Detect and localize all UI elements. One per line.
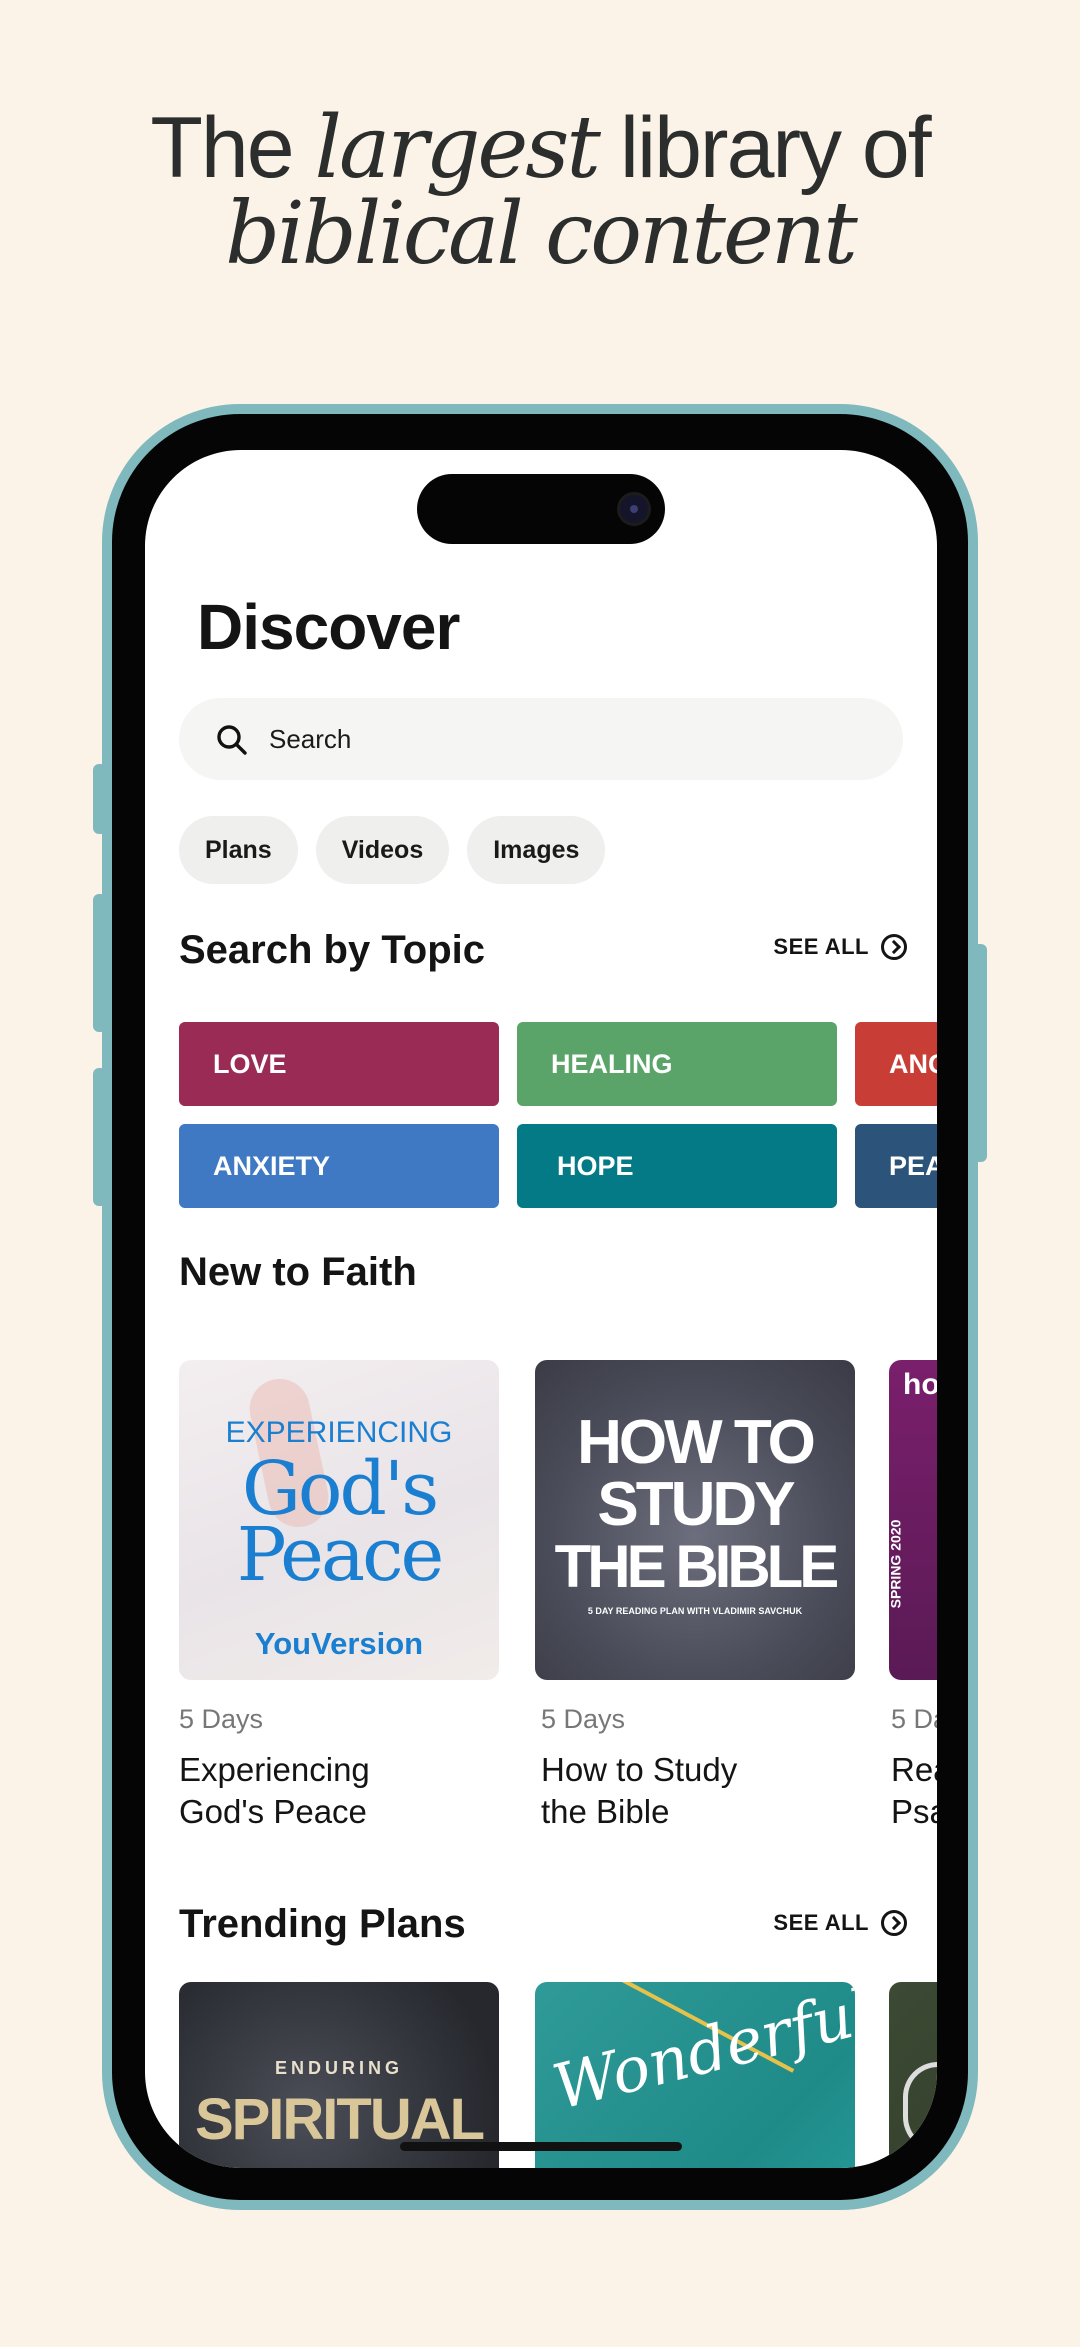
trending-plan-card[interactable]: ENDURING SPIRITUAL xyxy=(179,1982,499,2168)
see-all-topics-button[interactable]: SEE ALL xyxy=(773,934,907,960)
home-indicator xyxy=(400,2142,682,2151)
plan-thumbnail: ENDURING SPIRITUAL xyxy=(179,1982,499,2168)
see-all-label: SEE ALL xyxy=(773,1910,869,1935)
thumb-letter xyxy=(903,2062,937,2152)
thumb-side: SPRING 2020 xyxy=(889,1519,904,1609)
thumb-big-2: Peace xyxy=(236,1512,445,1598)
plan-duration: 5 Days xyxy=(179,1704,264,1734)
plan-title: How to Study the Bible xyxy=(541,1751,738,1830)
plan-card[interactable]: EXPERIENCING God's Peace YouVersion 5 Da… xyxy=(179,1360,499,1833)
search-input[interactable]: Search xyxy=(179,698,903,780)
thumb-kicker: ENDURING xyxy=(274,2058,403,2078)
plan-thumbnail: ho SPRING 2020 xyxy=(889,1360,937,1680)
chevron-right-circle-icon xyxy=(881,934,907,960)
topic-peace[interactable]: PEACE xyxy=(855,1124,937,1208)
dynamic-island xyxy=(417,474,665,544)
search-placeholder: Search xyxy=(269,724,352,754)
plan-card[interactable]: ho SPRING 2020 5 Days Reading Psalms xyxy=(889,1360,937,1833)
plan-title: Reading Psalms xyxy=(891,1751,937,1830)
chip-plans[interactable]: Plans xyxy=(179,816,298,884)
plan-duration: 5 Days xyxy=(541,1704,626,1734)
plan-thumbnail: HOW TO STUDY THE BIBLE 5 DAY READING PLA… xyxy=(535,1360,855,1680)
headline-the: The xyxy=(150,100,294,196)
marketing-headline: The largest library of biblical content xyxy=(0,105,1080,277)
trending-plan-card[interactable] xyxy=(889,1982,937,2168)
camera-icon xyxy=(617,492,651,526)
phone-screen: Discover Search Plans Videos Images Sear… xyxy=(145,450,937,2168)
headline-biblical-content: biblical content xyxy=(225,184,858,284)
topic-love[interactable]: LOVE xyxy=(179,1022,499,1106)
see-all-label: SEE ALL xyxy=(773,934,869,959)
topic-anger[interactable]: ANGER xyxy=(855,1022,937,1106)
topic-anxiety[interactable]: ANXIETY xyxy=(179,1124,499,1208)
filter-chips: Plans Videos Images xyxy=(179,816,606,884)
plan-thumbnail: EXPERIENCING God's Peace YouVersion xyxy=(179,1360,499,1680)
plan-thumbnail xyxy=(889,1982,937,2168)
thumb-line-3: THE BIBLE xyxy=(554,1533,840,1600)
trending-plan-card[interactable]: Wonderfully xyxy=(535,1982,855,2168)
thumb-brand: YouVersion xyxy=(254,1626,424,1661)
plan-title: Experiencing God's Peace xyxy=(179,1751,370,1830)
chip-videos[interactable]: Videos xyxy=(315,816,450,884)
thumb-big: Wonderfully xyxy=(545,1982,855,2124)
see-all-trending-button[interactable]: SEE ALL xyxy=(773,1910,907,1936)
chip-images[interactable]: Images xyxy=(467,816,606,884)
chevron-right-circle-icon xyxy=(881,1910,907,1936)
search-icon xyxy=(217,725,247,755)
headline-largest: largest xyxy=(314,98,601,198)
headline-library-of: library of xyxy=(619,100,932,196)
plan-card[interactable]: HOW TO STUDY THE BIBLE 5 DAY READING PLA… xyxy=(535,1360,855,1833)
thumb-sub: 5 DAY READING PLAN WITH VLADIMIR SAVCHUK xyxy=(587,1606,803,1616)
plan-duration: 5 Days xyxy=(891,1704,937,1734)
topic-hope[interactable]: HOPE xyxy=(517,1124,837,1208)
topic-healing[interactable]: HEALING xyxy=(517,1022,837,1106)
thumb-kicker: EXPERIENCING xyxy=(225,1416,453,1449)
section-title-trending: Trending Plans xyxy=(179,1902,466,1946)
plan-thumbnail: Wonderfully xyxy=(535,1982,855,2168)
section-title-new-to-faith: New to Faith xyxy=(179,1250,417,1294)
thumb-line-1: HOW TO xyxy=(577,1408,816,1477)
thumb-corner: ho xyxy=(903,1368,937,1401)
section-title-topics: Search by Topic xyxy=(179,928,486,972)
thumb-line-2: STUDY xyxy=(597,1470,795,1539)
page-title: Discover xyxy=(197,591,460,663)
